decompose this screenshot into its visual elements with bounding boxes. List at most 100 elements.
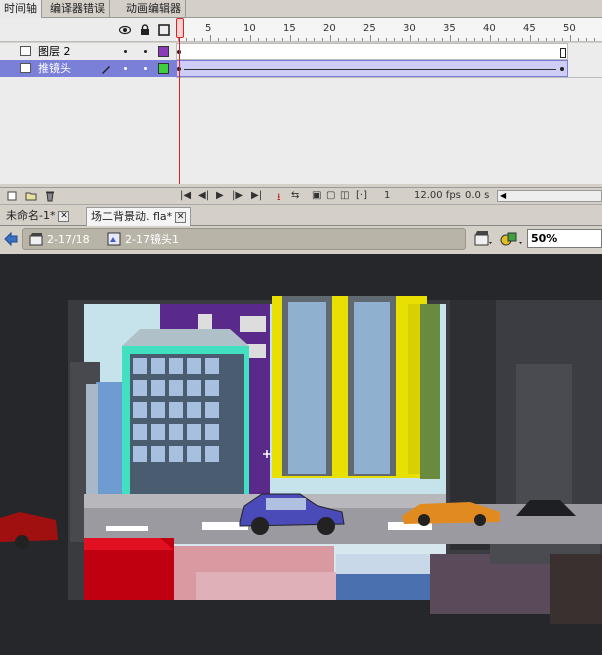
ruler-tick <box>482 38 483 41</box>
back-arrow-icon[interactable] <box>3 231 19 247</box>
frame-span[interactable] <box>176 43 568 60</box>
tab-compiler-errors[interactable]: 编译器错误 <box>46 0 110 18</box>
ruler-tick <box>490 35 491 41</box>
layer-color-swatch[interactable] <box>158 63 169 74</box>
ruler-label: 30 <box>403 23 416 34</box>
play-icon[interactable]: ▶ <box>216 190 224 201</box>
stage-area[interactable] <box>0 254 602 655</box>
ruler-label: 5 <box>205 23 212 34</box>
loop-icon[interactable]: ⇆ <box>291 190 299 201</box>
frame-rate[interactable]: 12.00 fps <box>414 190 461 201</box>
tab-motion-editor[interactable]: 动画编辑器 <box>122 0 186 18</box>
layer-name: 推镜头 <box>38 62 71 75</box>
tab-timeline[interactable]: 时间轴 <box>0 0 42 18</box>
modify-markers-icon[interactable]: [·] <box>356 190 367 201</box>
ruler-label: 20 <box>323 23 336 34</box>
onion-skin-icon[interactable]: ▣ <box>312 190 321 201</box>
ruler-tick <box>434 38 435 41</box>
current-frame: 1 <box>384 190 391 201</box>
layer-row-selected[interactable]: 推镜头 <box>0 60 176 77</box>
ruler-tick <box>306 38 307 41</box>
doc-tab-label: 场二背景动. fla* <box>91 210 173 223</box>
first-frame-icon[interactable]: |◀ <box>180 190 191 201</box>
prev-frame-icon[interactable]: ◀| <box>198 190 209 201</box>
horizontal-scrollbar[interactable]: ◀ <box>497 190 602 202</box>
ruler-tick <box>378 38 379 41</box>
next-frame-icon[interactable]: |▶ <box>232 190 243 201</box>
elapsed-time: 0.0 s <box>465 190 490 201</box>
document-tab-bar: 未命名-1* ✕ 场二背景动. fla* ✕ <box>0 204 602 226</box>
ruler-tick <box>554 38 555 41</box>
doc-tab-active[interactable]: 场二背景动. fla* ✕ <box>86 207 192 226</box>
edit-symbols-icon[interactable] <box>500 230 524 248</box>
layer-icon <box>20 46 31 56</box>
ruler-tick <box>506 38 507 41</box>
ruler-tick <box>442 38 443 41</box>
doc-tab-label: 未命名-1* <box>6 209 56 222</box>
edit-multiple-icon[interactable]: ◫ <box>340 190 349 201</box>
lock-dot[interactable] <box>144 50 147 53</box>
ruler-tick <box>290 35 291 41</box>
ruler-tick <box>426 38 427 41</box>
new-layer-icon[interactable] <box>6 190 18 202</box>
ruler-tick <box>242 38 243 41</box>
lock-dot[interactable] <box>144 67 147 70</box>
zoom-field[interactable]: 50% <box>527 229 602 248</box>
scroll-left-icon[interactable]: ◀ <box>500 192 508 200</box>
ruler-tick <box>370 35 371 41</box>
ruler-tick <box>418 38 419 41</box>
breadcrumb-scene[interactable]: 2-17/18 <box>47 231 90 248</box>
layer-row[interactable]: 图层 2 <box>0 43 176 60</box>
ruler-tick <box>386 38 387 41</box>
timeline-toolbar: |◀ ◀| ▶ |▶ ▶| ⭳ ⇆ ▣ ▢ ◫ [·] 1 12.00 fps … <box>0 187 602 204</box>
playhead[interactable] <box>176 18 184 38</box>
delete-icon[interactable] <box>44 190 56 202</box>
last-frame-icon[interactable]: ▶| <box>251 190 262 201</box>
flash-ide-window: 时间轴 编译器错误 动画编辑器 图层 2 推镜头 1 5 10 15 20 25… <box>0 0 602 655</box>
ruler-tick <box>546 38 547 41</box>
scene-icon <box>29 233 43 246</box>
close-icon[interactable]: ✕ <box>175 211 187 223</box>
ruler-tick <box>474 38 475 41</box>
onion-outline-icon[interactable]: ▢ <box>326 190 335 201</box>
layer-color-swatch[interactable] <box>158 46 169 57</box>
ruler-tick <box>250 35 251 41</box>
ruler-tick <box>450 35 451 41</box>
visibility-dot[interactable] <box>124 50 127 53</box>
ruler-label: 45 <box>523 23 536 34</box>
panel-tab-bar: 时间轴 编译器错误 动画编辑器 <box>0 0 602 18</box>
new-folder-icon[interactable] <box>25 190 37 202</box>
ruler-label: 10 <box>243 23 256 34</box>
end-frame[interactable] <box>560 48 566 58</box>
ruler-tick <box>186 38 187 41</box>
keyframe[interactable] <box>560 67 564 71</box>
ruler-tick <box>330 35 331 41</box>
ruler-tick <box>402 38 403 41</box>
ruler-label: 15 <box>283 23 296 34</box>
doc-tab[interactable]: 未命名-1* ✕ <box>2 207 73 226</box>
close-icon[interactable]: ✕ <box>58 210 70 222</box>
ruler-tick <box>274 38 275 41</box>
ruler-tick <box>586 38 587 41</box>
layer-name: 图层 2 <box>38 45 71 58</box>
ruler-tick <box>282 38 283 41</box>
eye-icon[interactable] <box>119 24 131 36</box>
ruler-tick <box>394 38 395 41</box>
ruler-tick <box>594 38 595 41</box>
ruler-tick <box>410 35 411 41</box>
frame-ruler[interactable]: 1 5 10 15 20 25 30 35 40 45 50 <box>176 18 602 42</box>
ruler-tick <box>346 38 347 41</box>
outline-icon[interactable] <box>158 24 170 36</box>
layer-icon <box>20 63 31 73</box>
ruler-label: 50 <box>563 23 576 34</box>
visibility-dot[interactable] <box>124 67 127 70</box>
playhead-line <box>179 38 180 184</box>
ruler-tick <box>322 38 323 41</box>
pencil-icon <box>102 66 110 74</box>
lock-icon[interactable] <box>139 24 151 36</box>
ruler-tick <box>210 35 211 41</box>
edit-scene-icon[interactable] <box>474 230 494 248</box>
breadcrumb-symbol[interactable]: 2-17镜头1 <box>125 231 179 248</box>
ruler-tick <box>498 38 499 41</box>
ruler-tick <box>530 35 531 41</box>
